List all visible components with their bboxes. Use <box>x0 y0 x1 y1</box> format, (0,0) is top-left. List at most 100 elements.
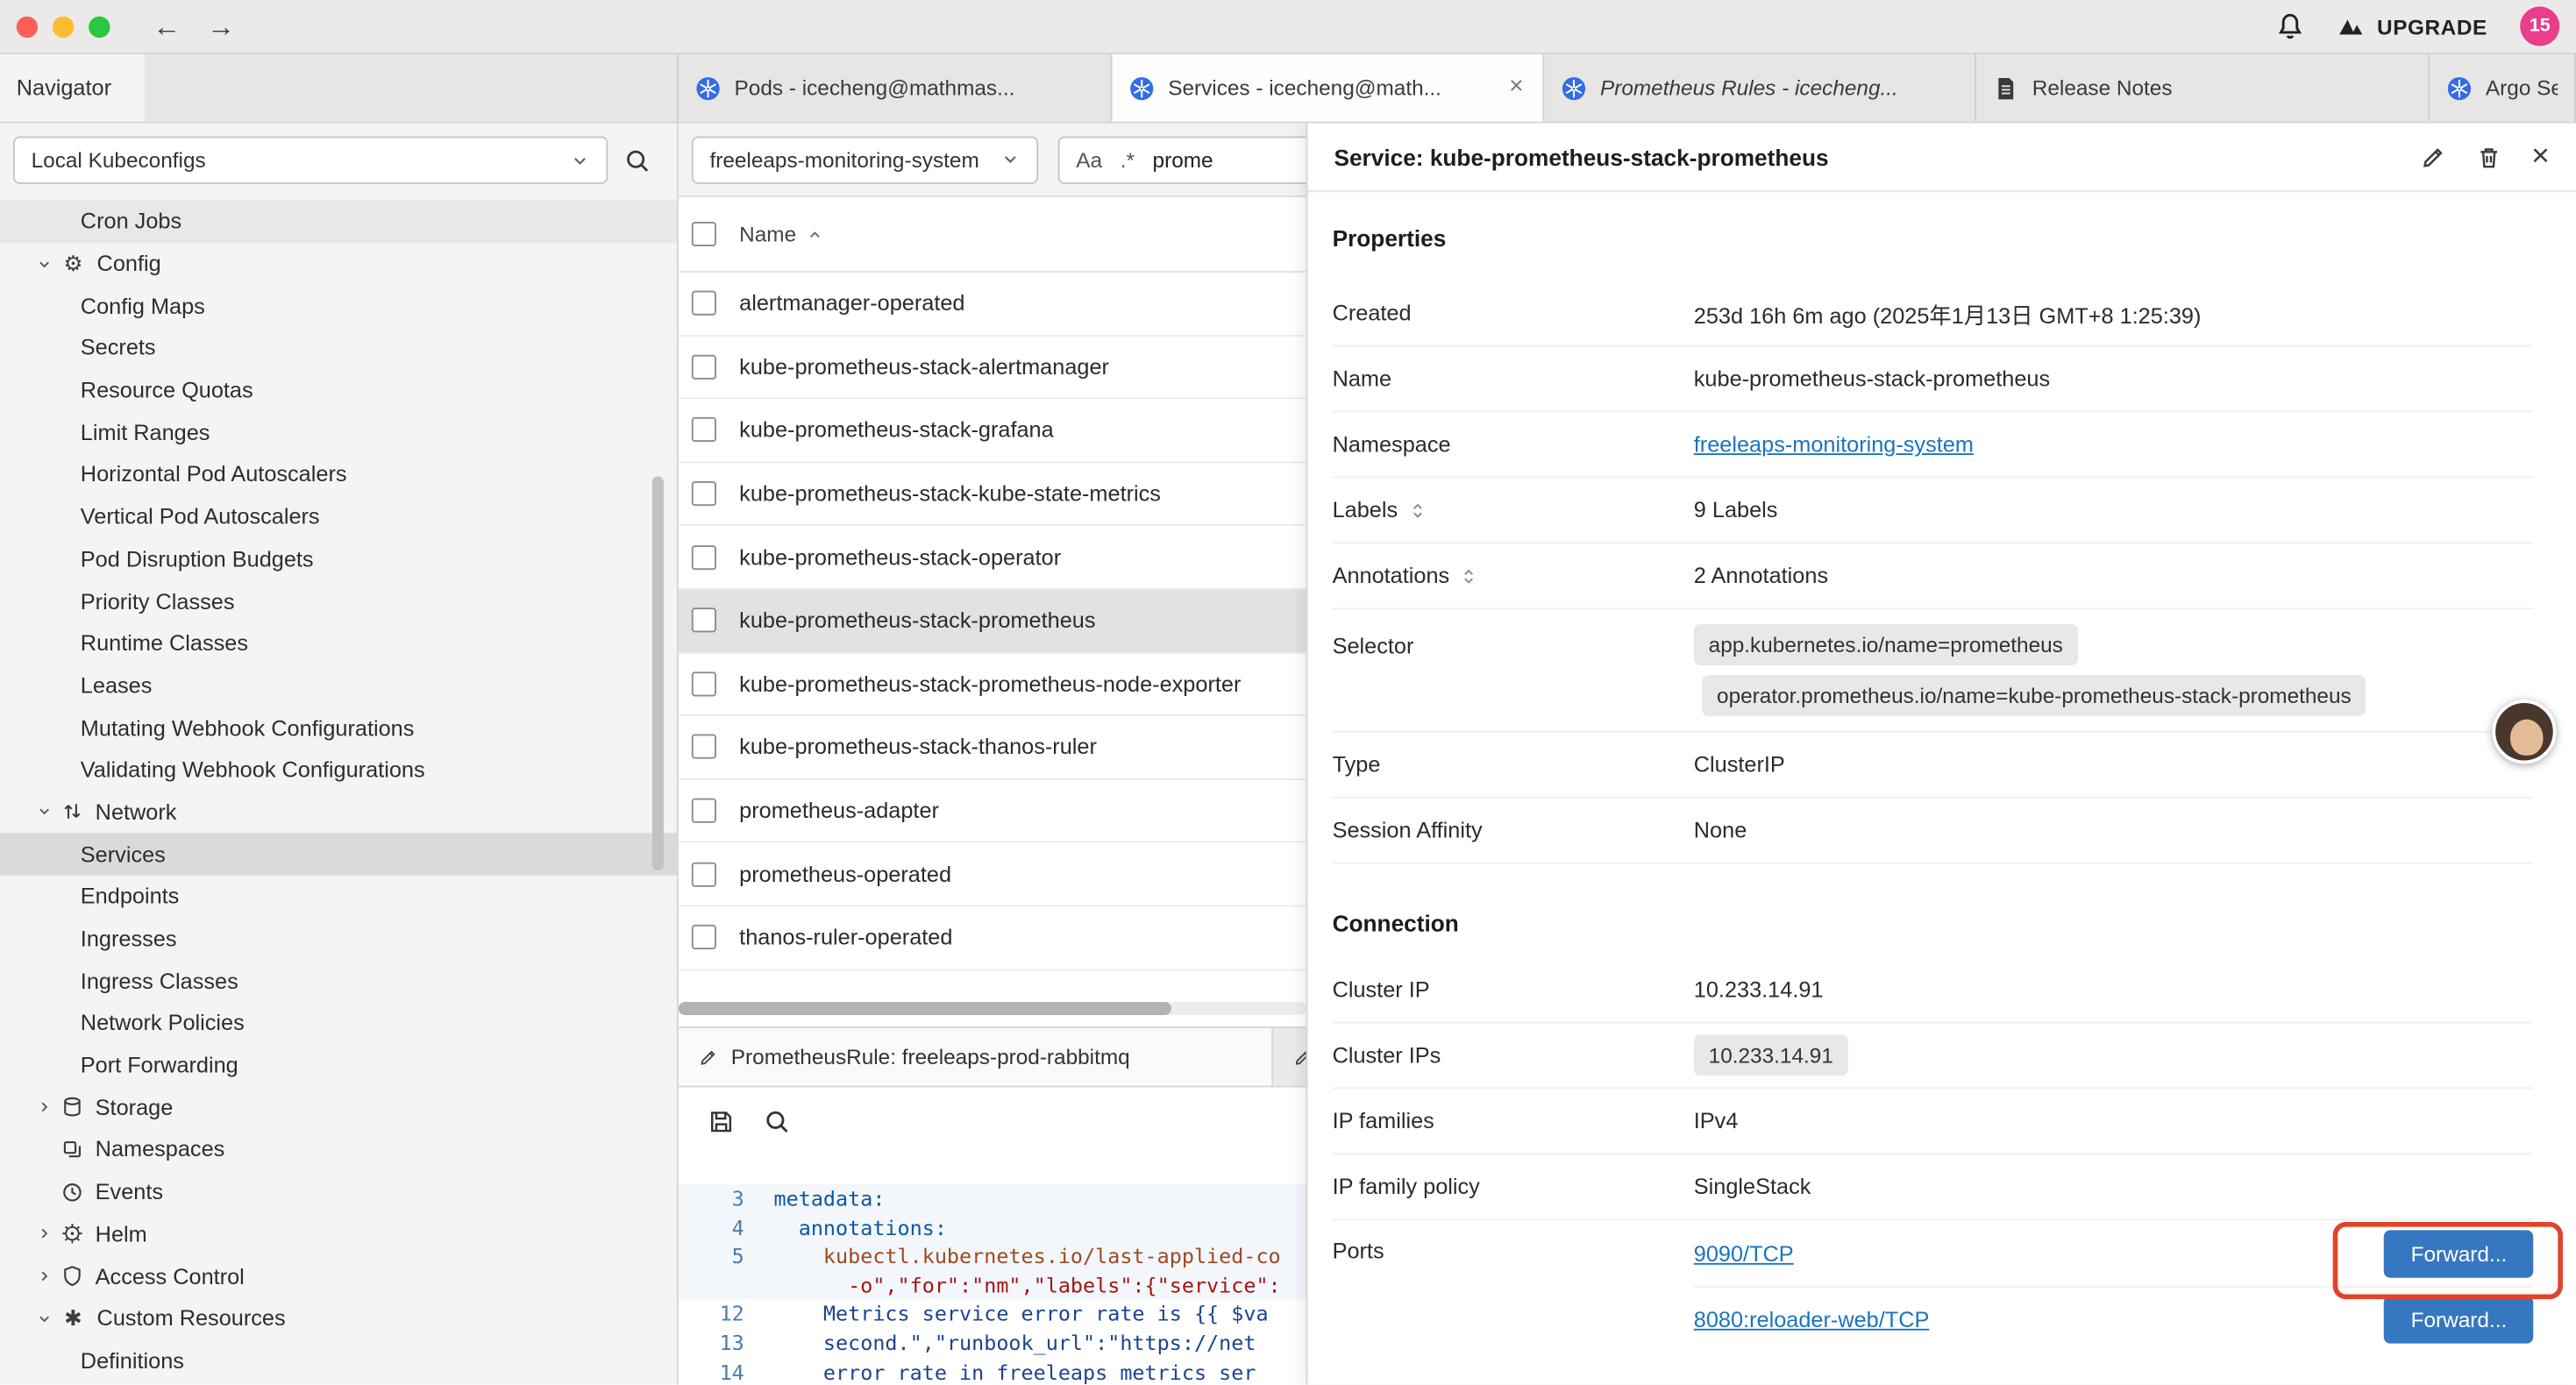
sidebar-item-ingress-classes[interactable]: Ingress Classes <box>0 960 677 1002</box>
upgrade-button[interactable]: UPGRADE <box>2338 13 2487 39</box>
save-icon[interactable] <box>708 1108 735 1134</box>
sidebar-scrollbar[interactable] <box>652 476 664 870</box>
tab-services[interactable]: Services - icecheng@math... <box>1112 54 1544 122</box>
notifications-bell-icon[interactable] <box>2275 11 2305 41</box>
notification-badge[interactable]: 15 <box>2520 6 2559 46</box>
port-link[interactable]: 8080:reloader-web/TCP <box>1694 1307 1930 1332</box>
unfold-icon[interactable] <box>1407 501 1427 520</box>
port-link[interactable]: 9090/TCP <box>1694 1241 1794 1266</box>
sidebar-item-access-control[interactable]: Access Control <box>0 1255 677 1297</box>
sidebar-item-limit-ranges[interactable]: Limit Ranges <box>0 411 677 453</box>
sort-asc-icon[interactable] <box>806 226 822 243</box>
sidebar-item-port-forwarding[interactable]: Port Forwarding <box>0 1044 677 1086</box>
sidebar-item-runtime-classes[interactable]: Runtime Classes <box>0 622 677 664</box>
kubernetes-icon <box>1561 75 1587 101</box>
delete-trash-icon[interactable] <box>2475 144 2501 170</box>
sidebar-item-events[interactable]: Events <box>0 1171 677 1213</box>
sidebar-item-network-policies[interactable]: Network Policies <box>0 1002 677 1044</box>
detail-row-labels: Labels 9 Labels <box>1333 478 2534 543</box>
properties-heading: Properties <box>1333 225 2534 252</box>
row-checkbox[interactable] <box>692 291 716 316</box>
row-checkbox[interactable] <box>692 355 716 380</box>
sidebar-item-mutating-webhook-configurations[interactable]: Mutating Webhook Configurations <box>0 707 677 749</box>
cluster-ip-badge: 10.233.14.91 <box>1694 1034 1848 1076</box>
close-tab-icon[interactable] <box>1506 75 1526 100</box>
sidebar-item-cron-jobs[interactable]: Cron Jobs <box>0 201 677 243</box>
shield-icon <box>60 1265 83 1288</box>
match-case-toggle[interactable]: Aa <box>1076 147 1102 172</box>
port-row: 8080:reloader-web/TCP Forward... <box>1694 1286 2533 1352</box>
row-checkbox[interactable] <box>692 799 716 823</box>
asterisk-icon: ✱ <box>60 1308 85 1329</box>
navigator-panel-title[interactable]: Navigator <box>0 54 145 122</box>
unfold-icon[interactable] <box>1459 565 1478 585</box>
dock-tab-prometheusrule[interactable]: PrometheusRule: freeleaps-prod-rabbitmq <box>679 1028 1273 1086</box>
close-panel-icon[interactable]: × <box>2531 141 2550 173</box>
sidebar-item-network[interactable]: Network <box>0 791 677 833</box>
select-all-checkbox[interactable] <box>692 222 716 246</box>
sidebar-item-leases[interactable]: Leases <box>0 664 677 707</box>
forward-button[interactable]: Forward... <box>2385 1229 2534 1276</box>
chevron-down-icon <box>36 255 53 272</box>
sidebar-item-pod-disruption-budgets[interactable]: Pod Disruption Budgets <box>0 538 677 580</box>
horizontal-scrollbar[interactable] <box>679 1002 1306 1015</box>
sidebar-item-storage[interactable]: Storage <box>0 1086 677 1128</box>
window-zoom-button[interactable] <box>89 16 110 37</box>
regex-toggle[interactable]: .* <box>1121 147 1135 172</box>
sidebar-item-resource-quotas[interactable]: Resource Quotas <box>0 369 677 411</box>
sidebar-item-custom-resources[interactable]: ✱ Custom Resources <box>0 1297 677 1339</box>
network-arrows-icon <box>60 800 83 823</box>
column-name[interactable]: Name <box>739 222 796 246</box>
detail-row-ip-families: IP families IPv4 <box>1333 1089 2534 1154</box>
kubeconfig-selector[interactable]: Local Kubeconfigs <box>13 137 608 184</box>
chevron-down-icon <box>36 804 53 820</box>
row-checkbox[interactable] <box>692 418 716 443</box>
sidebar-item-definitions[interactable]: Definitions <box>0 1339 677 1381</box>
tab-pods[interactable]: Pods - icecheng@mathmas... <box>679 54 1113 122</box>
sidebar-search-icon[interactable] <box>624 147 651 174</box>
row-checkbox[interactable] <box>692 735 716 759</box>
sidebar-item-ingresses[interactable]: Ingresses <box>0 918 677 960</box>
selector-badge: operator.prometheus.io/name=kube-prometh… <box>1702 675 2366 716</box>
back-button[interactable]: ← <box>153 12 181 40</box>
window-close-button[interactable] <box>17 16 38 37</box>
connection-heading: Connection <box>1333 910 2534 936</box>
sidebar-item-priority-classes[interactable]: Priority Classes <box>0 580 677 622</box>
sidebar-item-endpoints[interactable]: Endpoints <box>0 876 677 918</box>
window-minimize-button[interactable] <box>53 16 74 37</box>
detail-row-namespace: Namespace freeleaps-monitoring-system <box>1333 412 2534 478</box>
forward-button[interactable]: → <box>207 12 235 40</box>
editor-search-icon[interactable] <box>764 1108 790 1134</box>
sidebar-item-namespaces[interactable]: Namespaces <box>0 1128 677 1170</box>
tab-prometheus-rules[interactable]: Prometheus Rules - icecheng... <box>1544 54 1976 122</box>
chevron-right-icon <box>36 1225 53 1242</box>
tab-argo[interactable]: Argo Se <box>2430 54 2576 122</box>
detail-row-ports: Ports 9090/TCP Forward... 8080:reloader-… <box>1333 1220 2534 1352</box>
selector-badge: app.kubernetes.io/name=prometheus <box>1694 624 2078 665</box>
row-checkbox[interactable] <box>692 608 716 633</box>
row-checkbox[interactable] <box>692 862 716 886</box>
scrollbar-thumb[interactable] <box>679 1002 1171 1015</box>
row-checkbox[interactable] <box>692 925 716 949</box>
edit-pencil-icon[interactable] <box>2420 144 2446 170</box>
forward-button[interactable]: Forward... <box>2385 1296 2534 1343</box>
namespaces-icon <box>60 1138 83 1161</box>
sidebar-item-validating-webhook-configurations[interactable]: Validating Webhook Configurations <box>0 749 677 791</box>
sidebar-item-services[interactable]: Services <box>0 834 677 876</box>
sidebar-item-helm[interactable]: Helm <box>0 1213 677 1255</box>
row-checkbox[interactable] <box>692 544 716 569</box>
detail-header: Service: kube-prometheus-stack-prometheu… <box>1307 124 2575 193</box>
row-checkbox[interactable] <box>692 671 716 696</box>
namespace-selector[interactable]: freeleaps-monitoring-system <box>692 136 1038 183</box>
sidebar-item-config[interactable]: ⚙ Config <box>0 243 677 285</box>
sidebar-item-config-maps[interactable]: Config Maps <box>0 285 677 327</box>
sidebar-item-horizontal-pod-autoscalers[interactable]: Horizontal Pod Autoscalers <box>0 453 677 495</box>
navigator-header: Navigator <box>0 54 679 122</box>
app-window: ← → UPGRADE 15 Navigator Pods - icecheng… <box>0 0 2576 1385</box>
row-checkbox[interactable] <box>692 481 716 506</box>
sidebar-item-vertical-pod-autoscalers[interactable]: Vertical Pod Autoscalers <box>0 496 677 538</box>
namespace-link[interactable]: freeleaps-monitoring-system <box>1694 432 1974 457</box>
tab-release-notes[interactable]: Release Notes <box>1976 54 2430 122</box>
sidebar-item-secrets[interactable]: Secrets <box>0 327 677 369</box>
avatar <box>2492 700 2556 764</box>
